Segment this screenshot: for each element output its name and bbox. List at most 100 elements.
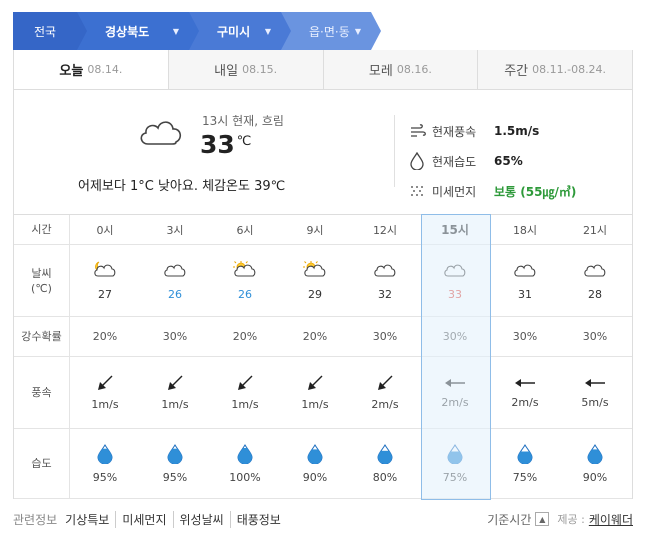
- wind-direction-icon: [97, 375, 113, 394]
- partly-cloudy-icon: [303, 260, 327, 282]
- hour-temperature: 32: [378, 287, 392, 301]
- temperature-comparison: 어제보다 1°C 낮아요. 체감온도 39℃: [78, 179, 286, 194]
- current-temperature: 33 ℃: [200, 130, 252, 159]
- humidity-row-label: 습도: [14, 429, 70, 498]
- wind-direction-icon: [377, 375, 393, 394]
- dust-icon: [410, 185, 432, 197]
- wind-direction-icon: [167, 375, 183, 394]
- chevron-down-icon: ▼: [172, 27, 179, 36]
- hour-weather: 31: [490, 245, 560, 316]
- link-typhoon[interactable]: 태풍정보: [229, 510, 287, 528]
- chevron-up-icon[interactable]: ▲: [535, 512, 550, 526]
- cloudy-icon: [136, 112, 186, 151]
- cloudy-icon: [163, 261, 187, 282]
- hour-rain-probability: 30%: [512, 330, 538, 343]
- hour-temperature: 27: [98, 287, 112, 301]
- hour-temperature: 33: [448, 287, 462, 301]
- hour-humidity: 75%: [490, 429, 560, 498]
- hour-wind-speed: 1m/s: [91, 397, 119, 411]
- hour-text: 12시: [372, 223, 398, 237]
- hour-humidity-value: 75%: [442, 470, 468, 484]
- hour-wind-speed: 5m/s: [581, 395, 609, 409]
- hour-humidity: 90%: [280, 429, 350, 498]
- breadcrumb-home[interactable]: 전국: [13, 12, 87, 50]
- hour-text: 21시: [582, 223, 608, 237]
- hour-label: 12시: [350, 215, 420, 244]
- weather-row-label: 날씨 (℃): [14, 245, 70, 316]
- link-fine-dust[interactable]: 미세먼지: [115, 510, 172, 528]
- hour-label: 9시: [280, 215, 350, 244]
- breadcrumb-province-select[interactable]: 경상북도 ▼: [77, 12, 199, 50]
- cloudy-night-icon: [93, 261, 117, 282]
- hour-rain-probability: 30%: [442, 330, 468, 343]
- breadcrumb-province-label: 경상북도: [105, 24, 150, 39]
- wind-direction-icon: [307, 375, 323, 394]
- hour-rain-probability: 30%: [582, 330, 608, 343]
- divider: [394, 115, 395, 187]
- hour-humidity: 100%: [210, 429, 280, 498]
- hour-label: 0시: [70, 215, 140, 244]
- hour-wind-speed: 2m/s: [511, 395, 539, 409]
- water-drop-icon: [410, 152, 432, 170]
- wind-direction-icon: [514, 377, 536, 392]
- chevron-down-icon: ▼: [264, 27, 271, 36]
- hour-text: 3시: [166, 223, 184, 237]
- hour-humidity: 95%: [140, 429, 210, 498]
- tab-tomorrow[interactable]: 내일 08.15.: [167, 50, 323, 89]
- hour-humidity-value: 90%: [302, 470, 328, 484]
- hour-wind-speed: 2m/s: [441, 395, 469, 409]
- tab-day-after[interactable]: 모레 08.16.: [322, 50, 478, 89]
- hour-humidity-value: 90%: [582, 470, 608, 484]
- hour-humidity: 80%: [350, 429, 420, 498]
- tab-weekly[interactable]: 주간 08.11.-08.24.: [477, 50, 632, 89]
- water-drop-icon: [517, 443, 533, 467]
- breadcrumb-home-label: 전국: [33, 24, 57, 39]
- hour-rain-probability: 30%: [162, 330, 188, 343]
- cloudy-icon: [513, 261, 537, 282]
- hour-label: 6시: [210, 215, 280, 244]
- hour-weather: 33: [420, 245, 490, 316]
- current-description: 13시 현재, 흐림: [202, 114, 284, 128]
- link-weather-warning[interactable]: 기상특보: [65, 511, 115, 528]
- hour-temperature: 26: [238, 287, 252, 301]
- hour-rain-probability: 30%: [372, 330, 398, 343]
- hour-text: 6시: [236, 223, 254, 237]
- hour-weather: 26: [140, 245, 210, 316]
- hour-label: 15시: [420, 215, 490, 244]
- wind-direction-icon: [584, 377, 606, 392]
- hour-text: 15시: [441, 223, 469, 237]
- humidity-row-table: 습도 95% 95% 100% 90% 80% 75% 75% 90%: [14, 429, 632, 499]
- hour-humidity: 90%: [560, 429, 630, 498]
- cloudy-icon: [373, 261, 397, 282]
- breadcrumb-city-label: 구미시: [217, 24, 251, 39]
- cloudy-icon: [443, 261, 467, 282]
- wind-row-label: 풍속: [14, 357, 70, 428]
- hour-weather: 29: [280, 245, 350, 316]
- footer: 관련정보 기상특보 미세먼지 위성날씨 태풍정보 기준시간 ▲ 제공 : 케이웨…: [13, 499, 633, 539]
- water-drop-icon: [167, 443, 183, 467]
- weather-row: 날씨 (℃) 27 26 26 29 32 33 31 28: [14, 245, 632, 317]
- hour-label: 18시: [490, 215, 560, 244]
- water-drop-icon: [447, 443, 463, 467]
- hour-wind: 1m/s: [140, 357, 210, 428]
- tab-today[interactable]: 오늘 08.14.: [14, 50, 168, 89]
- current-weather: 13시 현재, 흐림 33 ℃ 어제보다 1°C 낮아요. 체감온도 39℃ 현재…: [13, 90, 633, 214]
- hour-wind: 1m/s: [70, 357, 140, 428]
- hour-humidity: 75%: [420, 429, 490, 498]
- weather-widget: 전국 경상북도 ▼ 구미시 ▼ 읍·면·동 ▼ 오늘 08.14. 내일 08.15…: [13, 12, 633, 539]
- hourly-forecast-table: 시간 0시 3시 6시 9시 12시 15시 18시 21시 날씨 (℃) 27 26 26 29 32…: [13, 214, 633, 500]
- water-drop-icon: [97, 443, 113, 467]
- hour-weather: 27: [70, 245, 140, 316]
- source-label: 제공 :: [557, 513, 585, 526]
- link-satellite[interactable]: 위성날씨: [172, 510, 230, 528]
- rain-row: 강수확률 20% 30% 20% 20% 30% 30% 30% 30%: [14, 317, 632, 357]
- time-row-label: 시간: [14, 215, 70, 244]
- breadcrumb-city-select[interactable]: 구미시 ▼: [189, 12, 291, 50]
- hour-rain-probability: 20%: [92, 330, 118, 343]
- partly-cloudy-icon: [233, 260, 257, 282]
- hour-label: 21시: [560, 215, 630, 244]
- breadcrumb-town-select[interactable]: 읍·면·동 ▼: [281, 12, 381, 50]
- hour-humidity-value: 95%: [162, 470, 188, 484]
- time-row: 시간 0시 3시 6시 9시 12시 15시 18시 21시: [14, 215, 632, 245]
- source-link[interactable]: 케이웨더: [589, 511, 633, 528]
